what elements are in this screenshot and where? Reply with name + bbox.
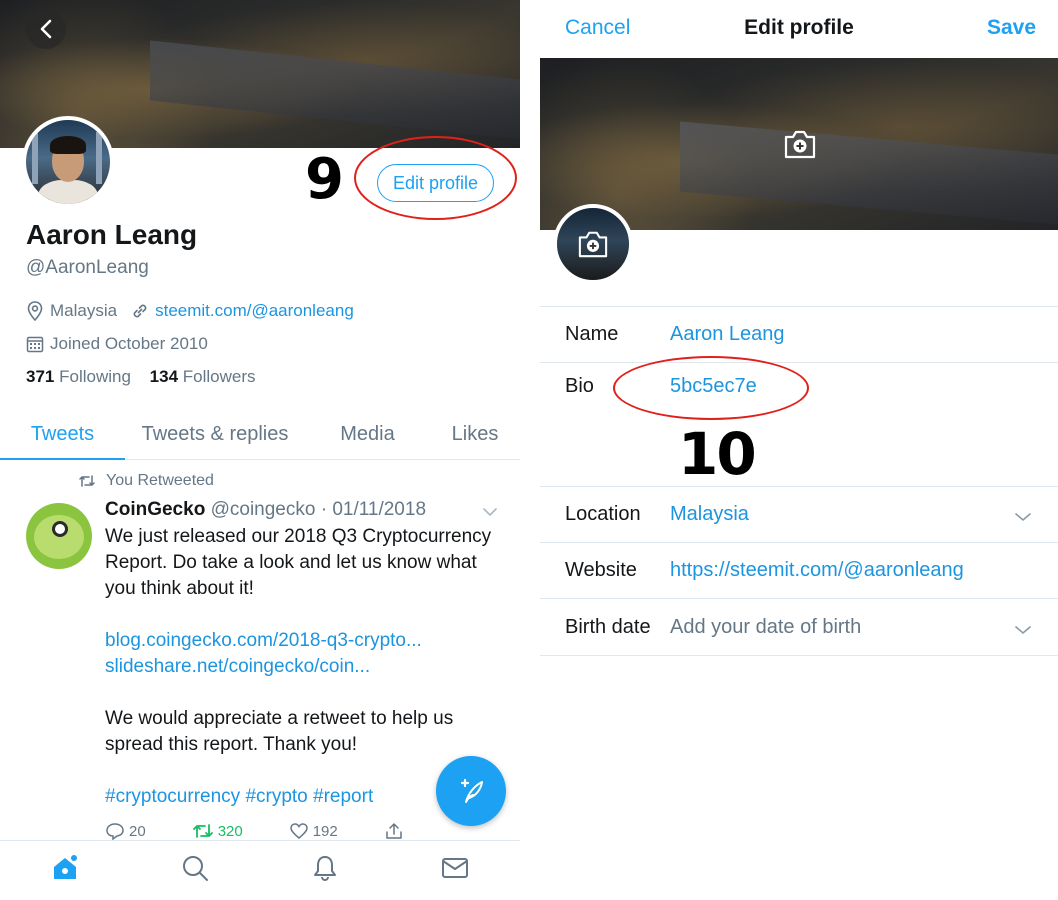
location-text: Malaysia: [50, 301, 118, 320]
retweet-button[interactable]: 320: [192, 822, 243, 840]
tab-tweets-replies[interactable]: Tweets & replies: [125, 410, 305, 459]
tweet-link[interactable]: blog.coingecko.com/2018-q3-crypto...: [105, 628, 505, 654]
reply-icon: [106, 823, 124, 840]
name-label: Name: [565, 323, 619, 345]
home-icon[interactable]: [50, 853, 80, 888]
tweet-date: 01/11/2018: [332, 499, 427, 520]
bio-field[interactable]: 5bc5ec7e: [670, 375, 757, 398]
joined-text: Joined October 2010: [50, 334, 208, 353]
back-button[interactable]: [26, 9, 66, 49]
edit-profile-screen: Edit profile Cancel Save Name Aaron Lean…: [540, 0, 1058, 900]
share-button[interactable]: [384, 822, 408, 840]
followers-stat[interactable]: 134 Followers: [150, 367, 256, 386]
tweet-handle: @coingecko: [210, 499, 316, 520]
profile-name: Aaron Leang: [26, 219, 198, 250]
following-stat[interactable]: 371 Following: [26, 367, 131, 386]
profile-avatar[interactable]: [22, 116, 114, 208]
camera-add-icon[interactable]: [780, 126, 820, 162]
tab-tweets[interactable]: Tweets: [0, 410, 125, 460]
birth-date-label: Birth date: [565, 616, 651, 638]
like-button[interactable]: 192: [289, 822, 338, 840]
birth-date-row: Birth date Add your date of birth: [540, 599, 1058, 656]
search-icon[interactable]: [180, 853, 210, 888]
tweet-actions: 20 320 192: [105, 822, 435, 840]
tweet-text: We would appreciate a retweet to help us…: [105, 708, 454, 755]
calendar-icon: [26, 335, 44, 353]
cancel-button[interactable]: Cancel: [565, 16, 630, 40]
profile-tabs: Tweets Tweets & replies Media Likes: [0, 410, 520, 460]
location-field[interactable]: Malaysia: [670, 503, 749, 526]
chevron-down-icon[interactable]: [1014, 622, 1032, 640]
edit-profile-button[interactable]: Edit profile: [377, 164, 494, 202]
profile-meta-joined: Joined October 2010: [26, 334, 208, 354]
tweet-author[interactable]: CoinGecko: [105, 499, 205, 520]
share-icon: [386, 823, 402, 839]
coingecko-avatar[interactable]: [26, 503, 92, 569]
retweet-icon: [78, 474, 96, 488]
annotation-number: 9: [305, 147, 344, 212]
compose-feather-icon: [460, 778, 483, 803]
name-row: Name Aaron Leang: [540, 306, 1058, 363]
website-link[interactable]: steemit.com/@aaronleang: [155, 301, 354, 321]
bell-icon[interactable]: [310, 853, 340, 888]
retweet-indicator: You Retweeted: [78, 472, 214, 490]
location-row: Location Malaysia: [540, 487, 1058, 543]
birth-date-field[interactable]: Add your date of birth: [670, 616, 861, 639]
website-row: Website https://steemit.com/@aaronleang: [540, 543, 1058, 599]
location-pin-icon: [26, 301, 44, 321]
profile-screen: 9 Edit profile Aaron Leang @AaronLeang M…: [0, 0, 520, 900]
tweet-text: We just released our 2018 Q3 Cryptocurre…: [105, 526, 492, 599]
location-label: Location: [565, 503, 641, 525]
bottom-nav: [0, 840, 520, 900]
name-field[interactable]: Aaron Leang: [670, 323, 785, 346]
chevron-left-icon: [40, 19, 52, 39]
profile-meta-location: Malaysia steemit.com/@aaronleang: [26, 301, 354, 321]
bio-label: Bio: [565, 375, 594, 397]
camera-add-icon[interactable]: [575, 228, 611, 260]
reply-button[interactable]: 20: [105, 822, 146, 840]
compose-tweet-button[interactable]: [436, 756, 506, 826]
link-icon: [131, 302, 149, 320]
bio-row: Bio 5bc5ec7e: [540, 363, 1058, 487]
tweet-menu-chevron-icon[interactable]: [482, 504, 498, 522]
save-button[interactable]: Save: [987, 16, 1036, 40]
chevron-down-icon[interactable]: [1014, 509, 1032, 527]
retweet-icon: [192, 824, 213, 838]
website-label: Website: [565, 559, 637, 581]
annotation-number: 10: [678, 420, 757, 488]
tab-likes[interactable]: Likes: [430, 410, 520, 459]
edit-profile-header: Edit profile Cancel Save: [540, 0, 1058, 58]
heart-icon: [289, 823, 308, 839]
mail-icon[interactable]: [440, 853, 470, 888]
tweet-link[interactable]: slideshare.net/coingecko/coin...: [105, 654, 505, 680]
tweet-header: CoinGecko @coingecko · 01/11/2018: [105, 499, 427, 520]
website-field[interactable]: https://steemit.com/@aaronleang: [670, 559, 964, 582]
tab-media[interactable]: Media: [305, 410, 430, 459]
profile-handle: @AaronLeang: [26, 257, 149, 278]
follow-stats: 371 Following 134 Followers: [26, 367, 256, 387]
